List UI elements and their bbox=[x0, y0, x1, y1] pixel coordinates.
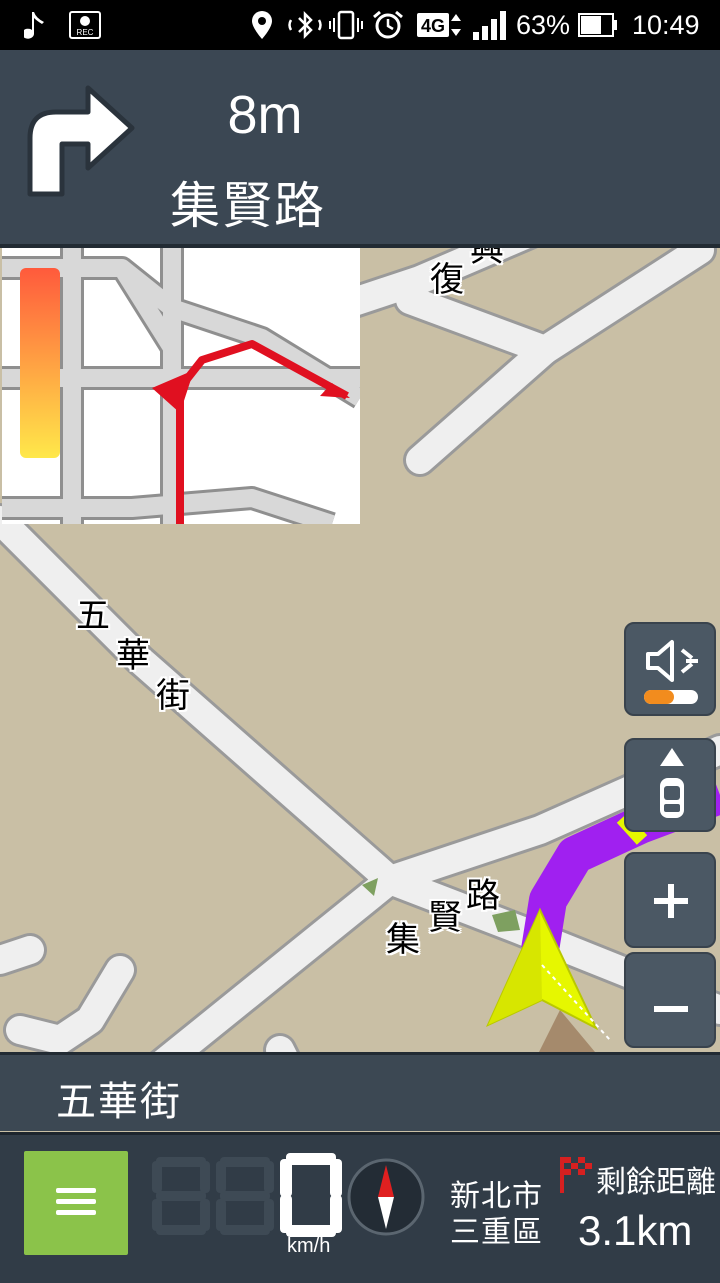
maneuver-distance: 8m bbox=[227, 85, 303, 145]
signal-icon bbox=[470, 8, 510, 42]
current-road-bar: 五華街 bbox=[0, 1052, 720, 1131]
rec-label: REC bbox=[77, 28, 94, 37]
speed-unit: km/h bbox=[287, 1235, 331, 1257]
vibrate-icon bbox=[328, 8, 364, 42]
bottom-bar: km/h 新北市 三重區 剩餘距離 3.1km bbox=[0, 1132, 720, 1283]
location-pin-icon bbox=[250, 8, 274, 42]
map-label: 賢 bbox=[428, 898, 462, 938]
junction-view bbox=[2, 248, 360, 524]
battery-percent: 63% bbox=[516, 10, 571, 40]
status-bar: REC 4G 63% 10:49 bbox=[0, 0, 720, 50]
speaker-mute-icon bbox=[642, 636, 702, 710]
menu-button[interactable] bbox=[24, 1151, 128, 1255]
car-view-icon bbox=[652, 746, 692, 830]
alarm-icon bbox=[370, 8, 406, 42]
guidance-panel: 8m 集賢路 bbox=[0, 50, 720, 248]
next-road-name: 集賢路 bbox=[170, 177, 326, 235]
network-label: 4G bbox=[421, 16, 445, 36]
plus-icon bbox=[652, 882, 690, 924]
map-label: 五 bbox=[76, 596, 110, 636]
clock: 10:49 bbox=[632, 10, 700, 40]
menu-icon bbox=[56, 1186, 96, 1220]
current-road-name: 五華街 bbox=[56, 1079, 182, 1125]
turn-right-icon bbox=[8, 66, 142, 256]
map-label: 街 bbox=[156, 676, 190, 716]
checkered-flag-icon bbox=[558, 1155, 592, 1199]
speed-digit bbox=[280, 1153, 342, 1237]
bluetooth-icon bbox=[284, 8, 326, 42]
remaining-distance-label: 剩餘距離 bbox=[596, 1165, 716, 1200]
map-label: 路 bbox=[466, 876, 500, 916]
view-mode-button[interactable] bbox=[624, 738, 716, 832]
battery-icon bbox=[578, 8, 618, 42]
compass-icon[interactable] bbox=[346, 1157, 426, 1241]
map-label: 復 bbox=[430, 260, 464, 300]
zoom-in-button[interactable] bbox=[624, 852, 716, 948]
remaining-distance-value: 3.1km bbox=[578, 1207, 693, 1254]
minus-icon bbox=[652, 998, 690, 1017]
rec-icon: REC bbox=[68, 8, 102, 42]
mute-button[interactable] bbox=[624, 622, 716, 716]
map-label: 集 bbox=[386, 920, 420, 960]
district-name: 三重區 bbox=[450, 1215, 543, 1250]
zoom-out-button[interactable] bbox=[624, 952, 716, 1048]
music-note-icon bbox=[22, 8, 50, 42]
speedometer bbox=[152, 1153, 342, 1241]
network-4g-icon: 4G bbox=[416, 8, 464, 42]
map-label: 華 bbox=[116, 636, 150, 676]
